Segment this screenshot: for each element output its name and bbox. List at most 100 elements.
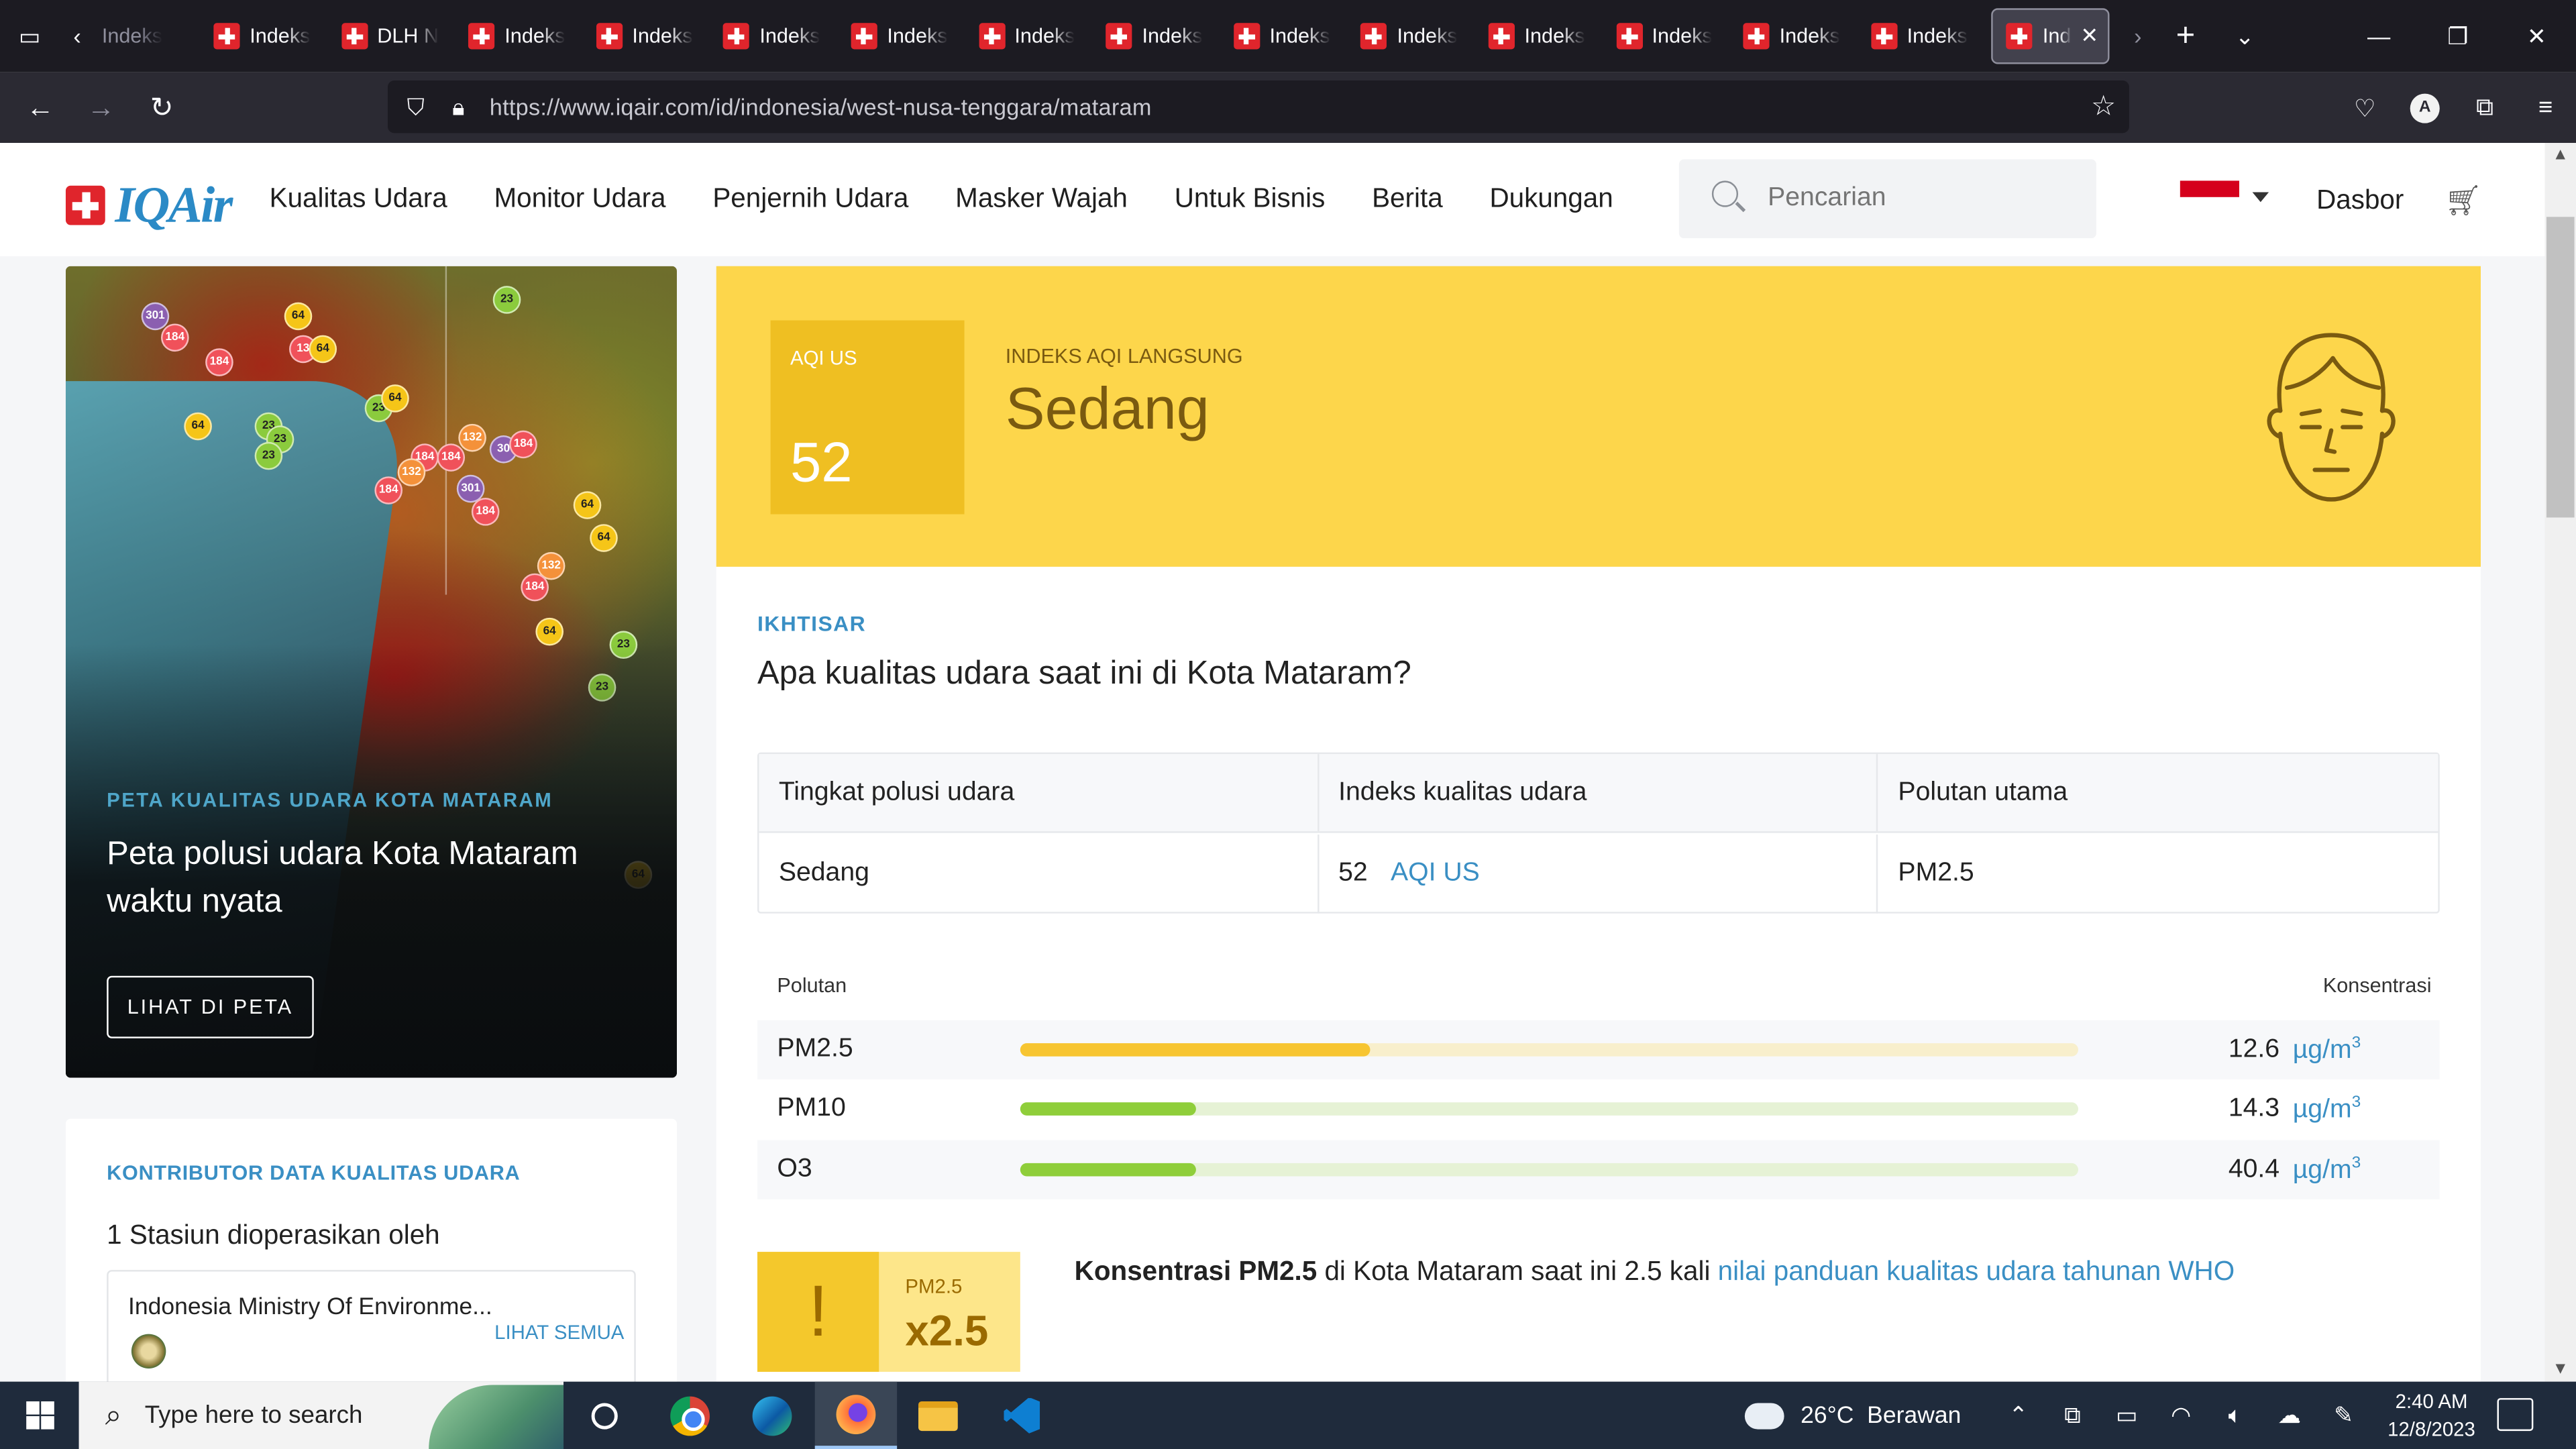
map-aqi-marker[interactable]: 184: [509, 430, 537, 459]
search-input[interactable]: [1768, 184, 2063, 214]
browser-tab[interactable]: Ind ✕: [1991, 8, 2110, 64]
browser-tab[interactable]: Indeks: [1093, 8, 1220, 64]
nav-item[interactable]: Penjernih Udara: [712, 184, 908, 215]
taskbar-search[interactable]: ⌕ Type here to search: [78, 1381, 564, 1449]
task-view-button[interactable]: [564, 1382, 645, 1449]
map-aqi-marker[interactable]: 64: [590, 524, 618, 552]
browser-tab[interactable]: Indeks: [1475, 8, 1603, 64]
browser-tab[interactable]: Indeks: [95, 8, 201, 64]
nav-item[interactable]: Kualitas Udara: [270, 184, 447, 215]
nav-item[interactable]: Berita: [1372, 184, 1443, 215]
map-aqi-marker[interactable]: 64: [573, 491, 602, 519]
map-aqi-marker[interactable]: 184: [471, 498, 500, 526]
extensions-icon[interactable]: ⧉: [2455, 94, 2516, 122]
scrollbar-thumb[interactable]: [2546, 217, 2575, 518]
tab-list-icon[interactable]: ⌄: [2215, 0, 2274, 72]
lock-icon[interactable]: 🔒︎: [437, 93, 480, 121]
map-aqi-marker[interactable]: 184: [205, 348, 233, 376]
nav-item[interactable]: Monitor Udara: [494, 184, 665, 215]
browser-tab[interactable]: Indeks: [1858, 8, 1985, 64]
browser-tab[interactable]: Indeks: [965, 8, 1093, 64]
cloud-sync-icon[interactable]: ☁: [2262, 1401, 2316, 1430]
map-aqi-marker[interactable]: 184: [161, 323, 189, 352]
nav-item[interactable]: Dukungan: [1489, 184, 1613, 215]
map-card[interactable]: 301 184 184 64 13 64 64 23 23 23 23 64 132 184 184 132 3…: [65, 266, 677, 1078]
meet-now-icon[interactable]: ⧉: [2045, 1401, 2100, 1430]
who-guideline-link[interactable]: nilai panduan kualitas udara tahunan WHO: [1718, 1256, 2235, 1286]
tab-scroll-right-icon[interactable]: ›: [2120, 0, 2156, 72]
browser-tab[interactable]: Indeks: [201, 8, 328, 64]
map-aqi-marker[interactable]: 64: [381, 384, 409, 413]
restore-icon[interactable]: ❐: [2418, 0, 2498, 72]
volume-icon[interactable]: 🔈︎: [2208, 1401, 2262, 1430]
pen-icon[interactable]: ✎: [2316, 1401, 2371, 1430]
account-avatar[interactable]: A: [2410, 93, 2440, 123]
browser-tab[interactable]: Indeks: [710, 8, 838, 64]
shield-icon[interactable]: ⛉: [394, 93, 437, 121]
notification-icon[interactable]: [2497, 1398, 2534, 1432]
menu-icon[interactable]: ≡: [2515, 94, 2576, 122]
forward-icon[interactable]: →: [70, 72, 131, 143]
vscode-app[interactable]: [981, 1382, 1063, 1449]
chevron-down-icon[interactable]: [2252, 192, 2269, 203]
chevron-up-icon[interactable]: ⌃: [1991, 1401, 2045, 1430]
weather-text[interactable]: 26°C Berawan: [1801, 1402, 1961, 1428]
map-aqi-marker[interactable]: 184: [437, 443, 466, 472]
reload-icon[interactable]: ↻: [131, 72, 193, 143]
taskbar-search-text[interactable]: Type here to search: [145, 1401, 363, 1430]
browser-tab[interactable]: Indeks: [838, 8, 965, 64]
nav-item[interactable]: Untuk Bisnis: [1175, 184, 1326, 215]
map-aqi-marker[interactable]: 184: [374, 476, 403, 504]
map-aqi-marker[interactable]: 64: [309, 335, 337, 364]
tab-scroll-left-icon[interactable]: ‹: [59, 0, 95, 72]
start-button[interactable]: [0, 1382, 79, 1449]
site-search[interactable]: [1678, 159, 2096, 239]
url-text[interactable]: https://www.iqair.com/id/indonesia/west-…: [490, 94, 1152, 120]
pocket-icon[interactable]: ♡: [2334, 93, 2396, 123]
clock[interactable]: 2:40 AM 12/8/2023: [2374, 1388, 2489, 1444]
scroll-down-icon[interactable]: ▼: [2545, 1360, 2576, 1379]
see-all-link[interactable]: LIHAT SEMUA: [494, 1321, 624, 1344]
map-aqi-marker[interactable]: 184: [521, 573, 549, 602]
map-aqi-marker[interactable]: 132: [397, 458, 426, 486]
nav-item[interactable]: Masker Wajah: [955, 184, 1128, 215]
minimize-icon[interactable]: —: [2339, 0, 2418, 72]
cart-icon[interactable]: 🛒︎: [2445, 184, 2482, 218]
map-aqi-marker[interactable]: 64: [535, 617, 564, 646]
browser-tab[interactable]: Indeks: [455, 8, 583, 64]
map-aqi-marker[interactable]: 64: [284, 302, 313, 331]
edge-app[interactable]: [731, 1382, 813, 1449]
browser-tab[interactable]: Indeks: [1220, 8, 1348, 64]
browser-tab[interactable]: Indeks: [1348, 8, 1475, 64]
scroll-up-icon[interactable]: ▲: [2545, 146, 2576, 164]
page-scrollbar[interactable]: ▲ ▼: [2544, 143, 2576, 1382]
map-aqi-marker[interactable]: 64: [184, 412, 212, 441]
dashboard-link[interactable]: Dasbor: [2316, 186, 2404, 217]
close-window-icon[interactable]: ✕: [2497, 0, 2576, 72]
map-aqi-marker[interactable]: 23: [492, 286, 521, 314]
chrome-app[interactable]: [649, 1382, 731, 1449]
browser-tab[interactable]: DLH N: [328, 8, 455, 64]
tab-overview-icon[interactable]: ▭: [0, 0, 59, 72]
browser-tab[interactable]: Indeks: [1730, 8, 1858, 64]
map-aqi-marker[interactable]: 132: [458, 423, 486, 452]
weather-widget[interactable]: 26°C Berawan: [1744, 1382, 1961, 1449]
url-bar[interactable]: ⛉ 🔒︎ https://www.iqair.com/id/indonesia/…: [387, 80, 2129, 133]
view-map-button[interactable]: LIHAT DI PETA: [107, 975, 314, 1038]
close-tab-icon[interactable]: ✕: [2080, 23, 2098, 49]
indonesia-flag-icon[interactable]: [2180, 180, 2239, 215]
map-aqi-marker[interactable]: 301: [141, 302, 170, 331]
browser-tab[interactable]: Indeks: [583, 8, 710, 64]
map-aqi-marker[interactable]: 23: [254, 441, 283, 470]
file-explorer-app[interactable]: [897, 1382, 979, 1449]
new-tab-icon[interactable]: +: [2156, 0, 2215, 72]
aqi-unit-link[interactable]: AQI US: [1391, 859, 1480, 889]
back-icon[interactable]: ←: [10, 72, 71, 143]
browser-tab[interactable]: Indeks: [1603, 8, 1730, 64]
bookmark-star-icon[interactable]: ☆: [2091, 91, 2116, 123]
iqair-logo[interactable]: IQAir: [65, 176, 233, 235]
firefox-app[interactable]: [814, 1381, 898, 1449]
contributor-name[interactable]: Indonesia Ministry Of Environme...: [128, 1295, 492, 1321]
wifi-icon[interactable]: ◠: [2154, 1401, 2208, 1430]
battery-icon[interactable]: ▭: [2100, 1401, 2154, 1430]
